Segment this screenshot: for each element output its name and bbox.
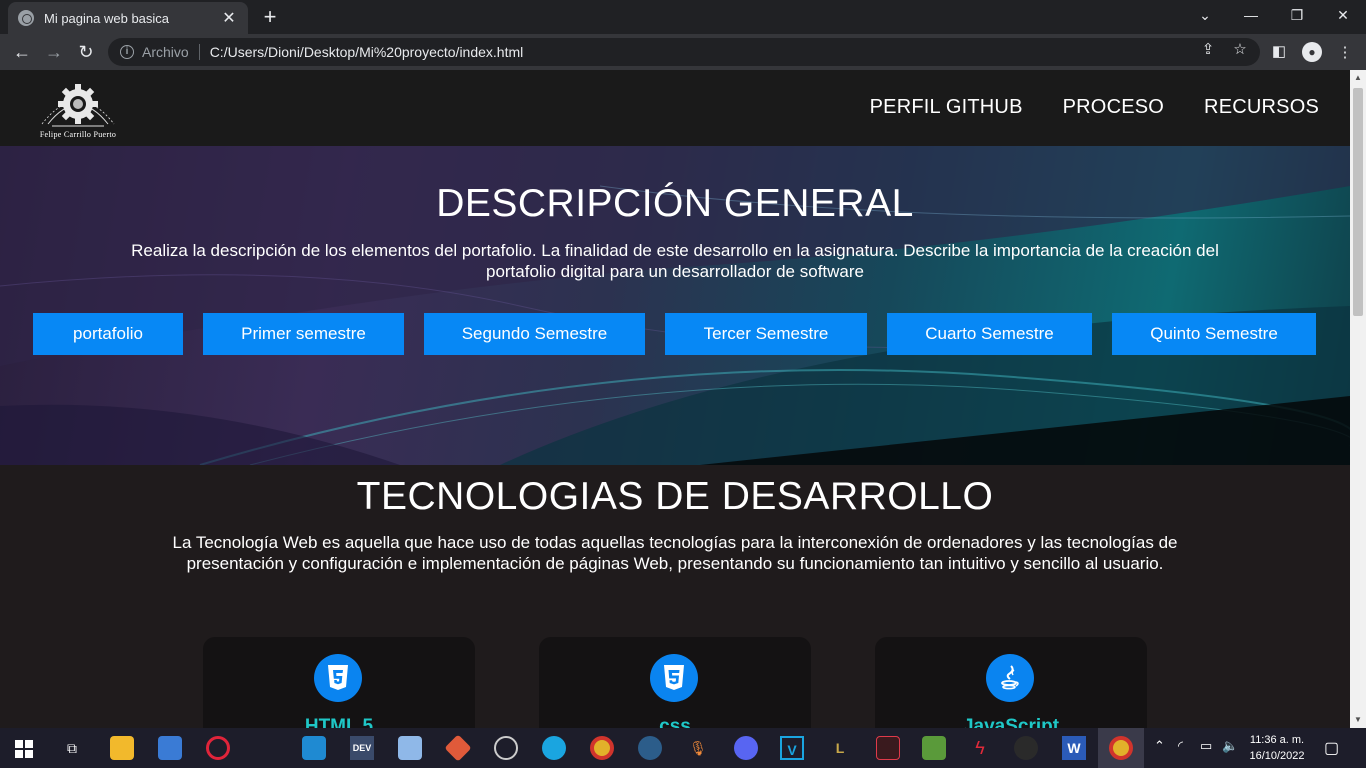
profile-icon[interactable]: ● [1302, 42, 1322, 62]
info-icon[interactable]: i [120, 45, 134, 59]
scroll-thumb[interactable] [1353, 88, 1363, 316]
v-app-icon[interactable]: V [780, 736, 804, 760]
main-nav: PERFIL GITHUB PROCESO RECURSOS [870, 96, 1319, 119]
tab-search-icon[interactable]: ⌄ [1182, 0, 1228, 32]
btn-portafolio[interactable]: portafolio [33, 313, 183, 355]
git-icon[interactable] [444, 734, 472, 762]
restore-button[interactable]: ❐ [1274, 0, 1320, 32]
btn-primer-semestre[interactable]: Primer semestre [203, 313, 404, 355]
tray-chevron-icon[interactable]: ⌃ [1154, 738, 1165, 754]
address-separator [198, 44, 200, 60]
close-tab-icon[interactable]: ✕ [220, 8, 238, 28]
volume-icon[interactable]: 🔈 [1222, 738, 1238, 754]
btn-tercer-semestre[interactable]: Tercer Semestre [665, 313, 867, 355]
share-icon[interactable]: ⇪ [1198, 40, 1218, 60]
back-icon[interactable]: ← [10, 40, 34, 64]
microphone-icon[interactable]: 🎙 [686, 736, 710, 760]
obs-icon[interactable] [494, 736, 518, 760]
box-app-icon[interactable] [398, 736, 422, 760]
card-title: JavaScript [962, 716, 1060, 728]
logo-text: Felipe Carrillo Puerto [39, 130, 117, 139]
valorant-icon[interactable] [876, 736, 900, 760]
nav-perfil-github[interactable]: PERFIL GITHUB [870, 96, 1023, 119]
browser-tab[interactable]: Mi pagina web basica ✕ [8, 2, 248, 34]
battery-icon[interactable]: ▭ [1200, 738, 1212, 754]
side-panel-icon[interactable]: ◧ [1268, 41, 1290, 63]
btn-segundo-semestre[interactable]: Segundo Semestre [424, 313, 645, 355]
gear-logo-icon [41, 84, 115, 127]
edge-icon[interactable] [542, 736, 566, 760]
hero-section: DESCRIPCIÓN GENERAL Realiza la descripci… [0, 146, 1350, 465]
card-html5[interactable]: HTML 5 [203, 637, 475, 728]
card-title: HTML 5 [304, 716, 374, 728]
browser-tab-bar: Mi pagina web basica ✕ + ⌄ — ❐ ✕ [0, 0, 1366, 34]
minecraft-icon[interactable] [922, 736, 946, 760]
minimize-button[interactable]: — [1228, 0, 1274, 32]
store-icon[interactable] [158, 736, 182, 760]
site-header: Felipe Carrillo Puerto PERFIL GITHUB PRO… [0, 70, 1350, 146]
page-scrollbar[interactable]: ▲ ▼ [1350, 70, 1366, 728]
browser-toolbar: ← → ↻ i Archivo C:/Users/Dioni/Desktop/M… [0, 34, 1366, 70]
league-icon[interactable]: L [828, 736, 852, 760]
tech-description: La Tecnología Web es aquella que hace us… [172, 533, 1178, 573]
bookmark-star-icon[interactable]: ☆ [1230, 40, 1250, 60]
forward-icon[interactable]: → [42, 40, 66, 64]
card-javascript[interactable]: JavaScript [875, 637, 1147, 728]
taskbar-clock[interactable]: 11:36 a. m. 16/10/2022 [1246, 732, 1308, 764]
css3-icon [650, 654, 698, 702]
reload-icon[interactable]: ↻ [74, 40, 98, 64]
scroll-up-icon[interactable]: ▲ [1350, 70, 1366, 86]
nav-proceso[interactable]: PROCESO [1063, 96, 1164, 119]
institution-logo[interactable]: Felipe Carrillo Puerto [28, 76, 128, 140]
chrome-icon[interactable] [590, 736, 614, 760]
btn-cuarto-semestre[interactable]: Cuarto Semestre [887, 313, 1092, 355]
address-scheme: Archivo [142, 44, 189, 60]
card-title: css [659, 716, 691, 728]
clock-date: 16/10/2022 [1249, 750, 1305, 762]
windows-start-icon[interactable] [15, 740, 33, 758]
html5-icon [314, 654, 362, 702]
globe-icon [18, 10, 34, 26]
word-icon[interactable]: W [1062, 736, 1086, 760]
vscode-icon[interactable] [302, 736, 326, 760]
java-icon [986, 654, 1034, 702]
menu-kebab-icon[interactable]: ⋮ [1334, 42, 1356, 64]
file-explorer-icon[interactable] [110, 736, 134, 760]
discord-icon[interactable] [734, 736, 758, 760]
close-window-button[interactable]: ✕ [1320, 0, 1366, 32]
scroll-down-icon[interactable]: ▼ [1350, 712, 1366, 728]
wifi-icon[interactable]: ◜ [1178, 738, 1183, 754]
hero-description: Realiza la descripción de los elementos … [131, 241, 1219, 281]
steam-icon[interactable] [638, 736, 662, 760]
dev-icon[interactable]: DEV [350, 736, 374, 760]
tech-title: TECNOLOGIAS DE DESARROLLO [356, 475, 994, 518]
clock-time: 11:36 a. m. [1249, 734, 1305, 746]
new-tab-button[interactable]: + [258, 6, 282, 30]
hero-title: DESCRIPCIÓN GENERAL [436, 182, 914, 225]
btn-quinto-semestre[interactable]: Quinto Semestre [1112, 313, 1316, 355]
task-view-icon[interactable]: ⧉ [60, 736, 84, 760]
active-chrome-slot[interactable] [1098, 728, 1144, 768]
bolt-app-icon[interactable]: ϟ [968, 736, 992, 760]
notifications-icon[interactable]: ▢ [1324, 738, 1339, 758]
opera-icon[interactable] [206, 736, 230, 760]
nav-recursos[interactable]: RECURSOS [1204, 96, 1319, 119]
tab-title: Mi pagina web basica [44, 10, 170, 26]
chrome-icon [1109, 736, 1133, 760]
address-bar[interactable]: i Archivo C:/Users/Dioni/Desktop/Mi%20pr… [108, 38, 1260, 66]
card-css[interactable]: css [539, 637, 811, 728]
page-viewport: Felipe Carrillo Puerto PERFIL GITHUB PRO… [0, 70, 1350, 728]
game-app-icon[interactable] [1014, 736, 1038, 760]
tech-section: TECNOLOGIAS DE DESARROLLO La Tecnología … [0, 465, 1350, 728]
windows-taskbar: ⧉ DEV 🎙 V L ϟ W ⌃ ◜ ▭ 🔈 11:36 a. m. 16/1… [0, 728, 1366, 768]
address-url[interactable]: C:/Users/Dioni/Desktop/Mi%20proyecto/ind… [210, 44, 524, 60]
